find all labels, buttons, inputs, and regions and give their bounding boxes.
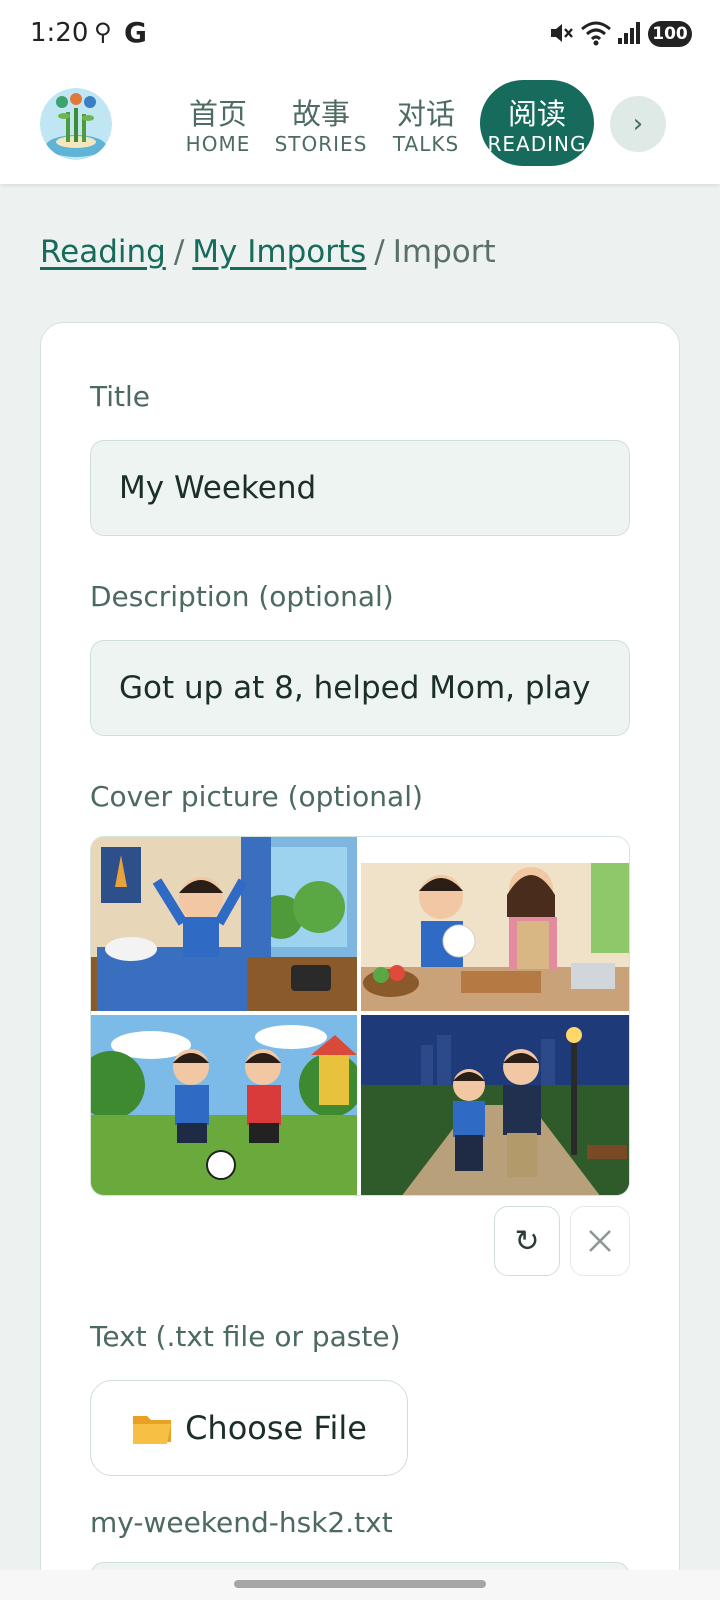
nav-stories-zh: 故事 [291,97,350,131]
nav-talks-en: TALKS [392,132,460,156]
breadcrumb-imports-link[interactable]: My Imports [192,234,366,270]
usb-icon: ⚲ [94,18,112,46]
top-nav: 首页 HOME 故事 STORIES 对话 TALKS 阅读 READING › [0,66,720,184]
nav-home-en: HOME [185,132,251,156]
nav-item-home[interactable]: 首页 HOME [176,98,260,156]
nav-reading-en: READING [487,132,587,156]
nav-item-reading[interactable]: 阅读 READING [480,80,594,166]
nav-reading-zh: 阅读 [507,97,566,131]
title-label: Title [90,380,151,413]
nav-stories-en: STORIES [274,132,368,156]
text-label: Text (.txt file or paste) [90,1320,401,1353]
nav-talks-zh: 对话 [396,97,455,131]
nav-item-stories[interactable]: 故事 STORIES [270,98,372,156]
title-input[interactable]: My Weekend [90,440,630,536]
gesture-bar [0,1570,720,1600]
description-input[interactable]: Got up at 8, helped Mom, play [90,640,630,736]
cover-panel-kitchen [361,837,629,1011]
cover-panel-waking-up [91,837,357,1011]
choose-file-button[interactable]: Choose File [90,1380,408,1476]
signal-icon [618,22,640,44]
folder-icon [133,1416,172,1444]
choose-file-label: Choose File [185,1409,367,1447]
cover-image [90,836,630,1196]
cover-panel-soccer [91,1015,357,1195]
cover-panel-evening-walk [361,1015,629,1195]
nav-more-chevron-icon[interactable]: › [610,96,666,152]
cover-label: Cover picture (optional) [90,780,423,813]
google-icon: G [124,16,147,49]
wifi-icon [581,21,611,46]
description-label: Description (optional) [90,580,394,613]
close-icon [589,1230,611,1252]
breadcrumb-separator: / [173,234,185,270]
app-logo[interactable] [40,88,112,160]
status-time: 1:20 [30,18,89,48]
breadcrumb-reading-link[interactable]: Reading [40,234,166,270]
selected-file-name: my-weekend-hsk2.txt [90,1506,393,1539]
nav-item-talks[interactable]: 对话 TALKS [386,98,466,156]
breadcrumb-separator: / [374,234,385,270]
refresh-icon: ↻ [514,1223,540,1259]
breadcrumb-current: Import [392,234,496,270]
battery-icon: 100 [648,21,692,47]
breadcrumb: Reading / My Imports / Import [40,234,496,270]
nav-home-zh: 首页 [188,97,247,131]
refresh-cover-button[interactable]: ↻ [494,1206,560,1276]
mute-icon [551,24,573,42]
remove-cover-button[interactable] [570,1206,630,1276]
status-bar: 1:20 ⚲ G 100 [0,0,720,66]
home-indicator[interactable] [234,1580,486,1588]
